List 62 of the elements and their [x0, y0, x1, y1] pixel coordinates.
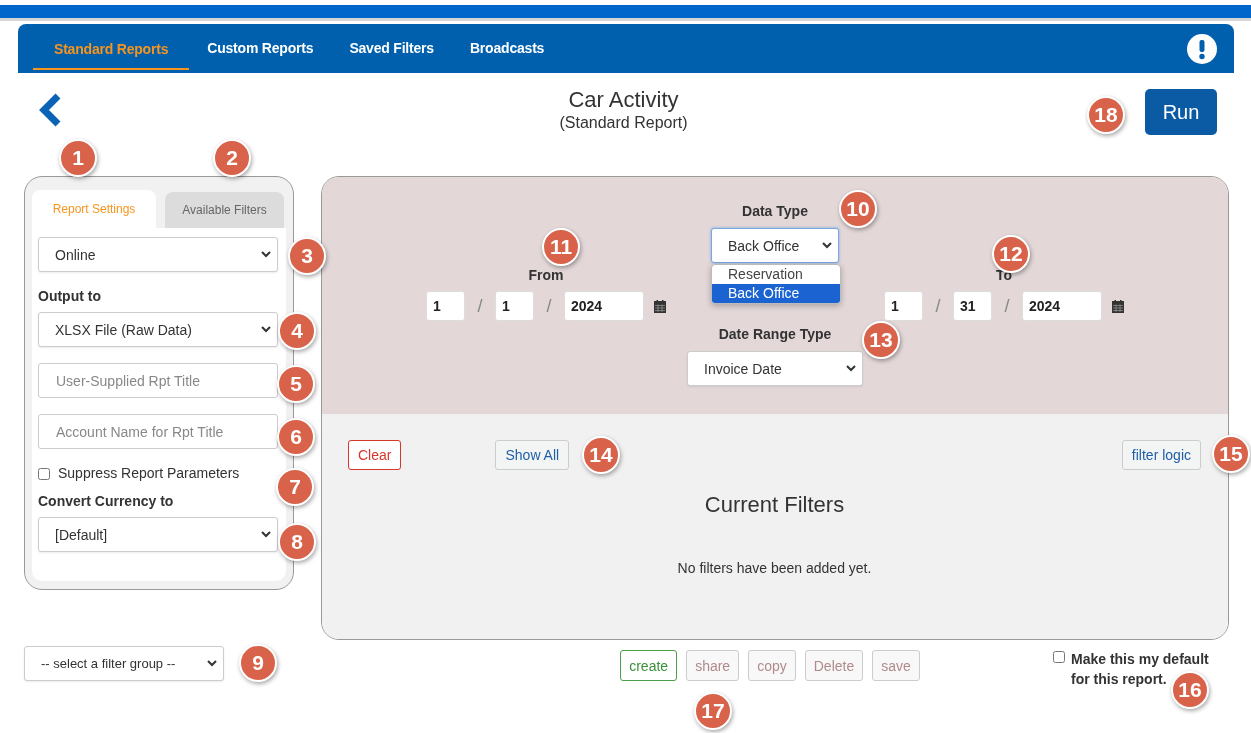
calendar-icon[interactable] — [654, 299, 666, 313]
date-range-type-select[interactable]: Invoice Date — [687, 351, 863, 386]
date-separator: / — [476, 295, 484, 317]
output-select[interactable]: XLSX File (Raw Data) — [38, 312, 278, 347]
empty-message: No filters have been added yet. — [676, 560, 873, 576]
output-label: Output to — [38, 288, 102, 304]
data-type-label: Data Type — [742, 203, 808, 219]
dropdown-option[interactable]: Reservation — [712, 265, 840, 284]
year-field[interactable]: 2024 — [564, 291, 644, 321]
year-field[interactable]: 2024 — [1022, 291, 1102, 321]
filter-group-select[interactable]: -- select a filter group -- — [24, 646, 224, 681]
account-field[interactable]: Account Name for Rpt Title — [38, 414, 278, 449]
from-label: From — [528, 267, 564, 283]
clear-button[interactable]: Clear — [348, 440, 402, 470]
back-icon[interactable] — [38, 93, 62, 127]
month-field[interactable]: 1 — [884, 291, 923, 321]
currency-select[interactable]: [Default] — [38, 517, 278, 552]
settings-tab[interactable]: Available Filters — [165, 192, 284, 228]
filters-title: Current Filters — [703, 492, 846, 518]
callout-badge: 1 — [59, 139, 97, 177]
dropdown-option[interactable]: Back Office — [712, 284, 840, 303]
callout-badge: 7 — [276, 468, 314, 506]
callout-badge: 18 — [1087, 96, 1125, 134]
callout-badge: 9 — [239, 644, 277, 682]
currency-label: Convert Currency to — [38, 493, 175, 509]
data-type-select[interactable]: Back Office — [711, 228, 839, 263]
filter-logic-button[interactable]: filter logic — [1121, 440, 1201, 470]
nav-tab[interactable]: Saved Filters — [331, 27, 452, 70]
suppress-label: Suppress Report Parameters — [58, 465, 240, 481]
run-button[interactable]: Run — [1145, 89, 1217, 135]
chevron-icon — [261, 531, 271, 538]
chevron-icon — [261, 251, 271, 258]
page-subtitle: (Standard Report) — [559, 113, 688, 133]
suppress-checkbox[interactable] — [38, 468, 50, 480]
date-range-type-label: Date Range Type — [718, 326, 832, 342]
nav-tab[interactable]: Broadcasts — [451, 27, 563, 70]
callout-badge: 5 — [277, 365, 315, 403]
date-separator: / — [545, 295, 553, 317]
chevron-icon — [261, 326, 271, 333]
day-field[interactable]: 31 — [953, 291, 992, 321]
action-button[interactable]: create — [620, 650, 678, 681]
date-separator: / — [934, 295, 942, 317]
title-field[interactable]: User-Supplied Rpt Title — [38, 363, 278, 398]
alert-icon[interactable] — [1187, 33, 1217, 64]
calendar-icon[interactable] — [1112, 299, 1124, 313]
chevron-icon — [207, 660, 217, 667]
chevron-icon — [846, 365, 856, 372]
nav-tab[interactable]: Custom Reports — [189, 27, 332, 70]
callout-badge: 6 — [277, 418, 315, 456]
callout-badge: 2 — [213, 139, 251, 177]
month-field[interactable]: 1 — [426, 291, 465, 321]
show-all-button[interactable]: Show All — [495, 440, 570, 470]
callout-badge: 15 — [1212, 435, 1250, 473]
chevron-icon — [822, 242, 832, 249]
callout-badge: 17 — [694, 692, 732, 730]
day-field[interactable]: 1 — [495, 291, 534, 321]
callout-badge: 4 — [278, 312, 316, 350]
page-title: Car Activity — [568, 87, 679, 113]
date-separator: / — [1003, 295, 1011, 317]
mode-select[interactable]: Online — [38, 237, 278, 272]
default-checkbox[interactable] — [1053, 651, 1065, 663]
callout-badge: 8 — [278, 523, 316, 561]
